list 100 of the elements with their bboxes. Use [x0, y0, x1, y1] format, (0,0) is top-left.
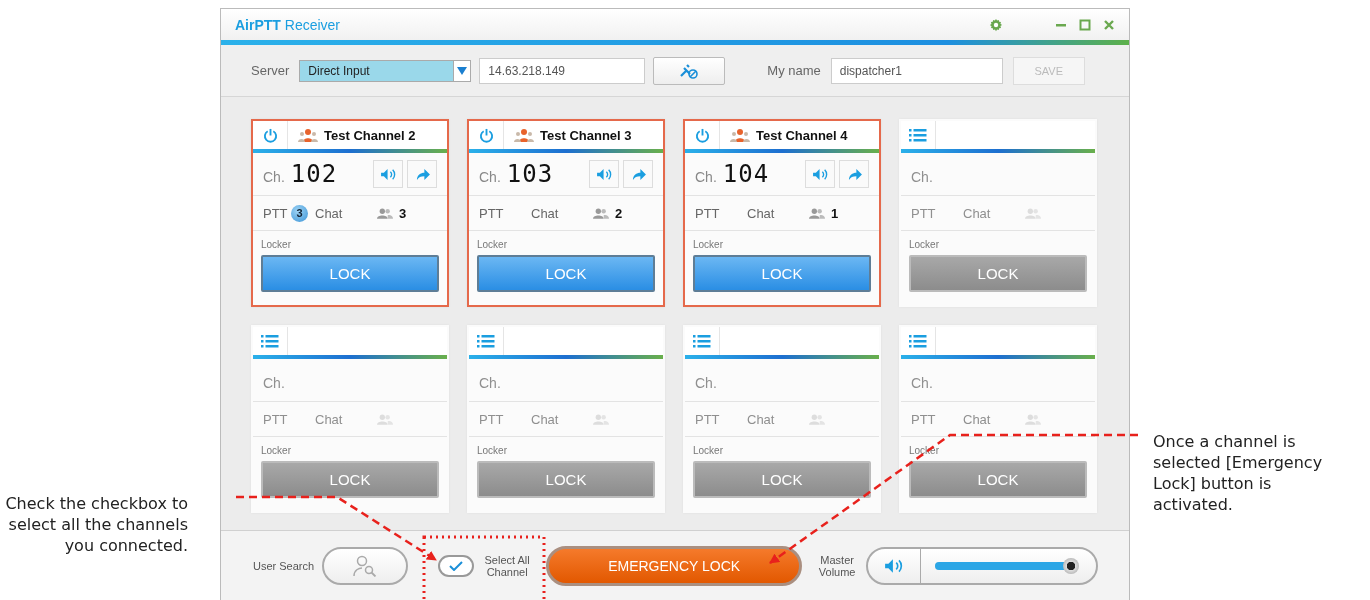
members-icon [593, 207, 609, 219]
chat-label: Chat [747, 411, 776, 427]
speaker-button[interactable] [373, 160, 403, 188]
chat-label: Chat [747, 205, 776, 221]
list-icon[interactable] [909, 334, 927, 348]
disconnect-button[interactable] [653, 56, 726, 85]
lock-button[interactable]: LOCK [261, 461, 439, 498]
power-icon[interactable] [694, 127, 710, 143]
member-count: 3 [399, 205, 407, 221]
speaker-icon [595, 167, 613, 181]
power-icon[interactable] [262, 127, 278, 143]
list-icon[interactable] [477, 334, 495, 348]
channel-label: Ch. [479, 169, 501, 185]
channel-name: Test Channel 2 [324, 127, 416, 143]
channel-card[interactable]: Test Channel 2 Ch. 102 PTT 3 Chat 3 Locker LOCK [251, 119, 449, 307]
channel-card[interactable]: Ch. PTT Chat Locker LOCK [899, 325, 1097, 513]
speaker-icon[interactable] [884, 557, 905, 574]
channel-label: Ch. [695, 375, 717, 391]
user-search-icon [353, 554, 378, 577]
name-label: My name [767, 63, 821, 78]
chat-label: Chat [315, 411, 344, 427]
name-field[interactable]: dispatcher1 [830, 57, 1003, 84]
group-icon [730, 128, 750, 142]
lock-button[interactable]: LOCK [477, 461, 655, 498]
chat-label: Chat [531, 411, 560, 427]
channel-label: Ch. [263, 169, 285, 185]
group-icon [298, 128, 318, 142]
address-field[interactable]: 14.63.218.149 [479, 57, 646, 84]
lock-button[interactable]: LOCK [477, 255, 655, 292]
share-button[interactable] [839, 160, 869, 188]
channel-card[interactable]: Ch. PTT Chat Locker LOCK [683, 325, 881, 513]
lock-button[interactable]: LOCK [693, 461, 871, 498]
power-icon[interactable] [478, 127, 494, 143]
lock-button[interactable]: LOCK [909, 255, 1087, 292]
channel-label: Ch. [911, 169, 933, 185]
settings-icon[interactable] [989, 17, 1003, 32]
select-all-label: Select All Channel [483, 553, 531, 578]
slider-thumb[interactable] [1062, 557, 1079, 574]
share-button[interactable] [407, 160, 437, 188]
speaker-button[interactable] [589, 160, 619, 188]
ptt-label: PTT [695, 411, 721, 427]
check-icon [449, 560, 464, 571]
lock-button[interactable]: LOCK [909, 461, 1087, 498]
members-icon [1025, 413, 1041, 425]
ptt-label: PTT [479, 205, 505, 221]
members-icon [593, 413, 609, 425]
caret-icon [457, 66, 468, 75]
channel-card[interactable]: Ch. PTT Chat Locker LOCK [251, 325, 449, 513]
ptt-count-badge: 3 [291, 204, 308, 222]
select-all-checkbox[interactable] [438, 554, 475, 577]
locker-label: Locker [261, 239, 292, 250]
ptt-label: PTT [479, 411, 505, 427]
annotation-text: Check the checkbox to select all the channels you connected. [4, 493, 188, 557]
channel-name: Test Channel 3 [540, 127, 632, 143]
channel-label: Ch. [911, 375, 933, 391]
list-icon[interactable] [261, 334, 279, 348]
close-icon[interactable] [1103, 18, 1115, 31]
locker-label: Locker [909, 239, 940, 250]
channel-number: 102 [290, 160, 338, 188]
channel-name: Test Channel 4 [756, 127, 848, 143]
list-icon[interactable] [693, 334, 711, 348]
emergency-lock-button[interactable]: EMERGENCY LOCK [546, 545, 803, 586]
chat-label: Chat [531, 205, 560, 221]
chat-label: Chat [963, 411, 992, 427]
channel-label: Ch. [263, 375, 285, 391]
share-icon [630, 167, 646, 181]
locker-label: Locker [477, 239, 508, 250]
maximize-icon[interactable] [1079, 18, 1091, 31]
member-count: 1 [831, 205, 839, 221]
list-icon[interactable] [909, 128, 927, 142]
members-icon [809, 413, 825, 425]
user-search-button[interactable] [322, 546, 409, 585]
locker-label: Locker [261, 445, 292, 456]
channel-card[interactable]: Ch. PTT Chat Locker LOCK [899, 119, 1097, 307]
lock-button[interactable]: LOCK [261, 255, 439, 292]
master-volume-label: Master Volume [817, 553, 857, 578]
server-label: Server [251, 63, 290, 78]
speaker-button[interactable] [805, 160, 835, 188]
channel-card[interactable]: Ch. PTT Chat Locker LOCK [467, 325, 665, 513]
ptt-label: PTT [911, 205, 937, 221]
members-icon [377, 413, 393, 425]
user-search-label: User Search [253, 559, 315, 572]
channel-number: 103 [506, 160, 554, 188]
ptt-label: PTT [695, 205, 721, 221]
locker-label: Locker [693, 239, 724, 250]
share-button[interactable] [623, 160, 653, 188]
ptt-label: PTT [911, 411, 937, 427]
server-dropdown[interactable]: Direct Input [299, 59, 472, 82]
channel-label: Ch. [695, 169, 717, 185]
members-icon [809, 207, 825, 219]
group-icon [514, 128, 534, 142]
lock-button[interactable]: LOCK [693, 255, 871, 292]
channel-card[interactable]: Test Channel 4 Ch. 104 PTT Chat 1 Locker LOCK [683, 119, 881, 307]
locker-label: Locker [909, 445, 940, 456]
speaker-icon [811, 167, 829, 181]
channel-card[interactable]: Test Channel 3 Ch. 103 PTT Chat 2 Locker LOCK [467, 119, 665, 307]
ptt-label: PTT [263, 411, 289, 427]
plug-icon [679, 61, 700, 80]
speaker-icon [379, 167, 397, 181]
share-icon [846, 167, 862, 181]
